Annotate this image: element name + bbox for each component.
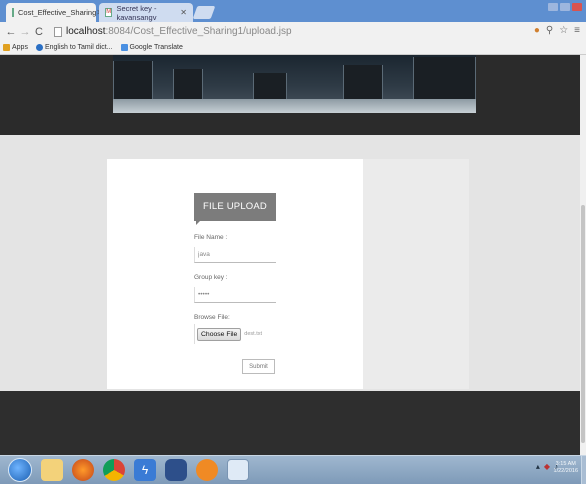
- url-host: localhost: [66, 26, 106, 37]
- show-desktop-button[interactable]: [581, 456, 586, 484]
- notepad-icon[interactable]: [227, 459, 249, 481]
- bookmark-label: Google Translate: [129, 44, 183, 51]
- scrollbar-thumb[interactable]: [581, 205, 585, 443]
- group-key-input[interactable]: [194, 287, 276, 303]
- apps-grid-icon: [3, 44, 10, 51]
- tray-arrow-icon[interactable]: ▴: [536, 462, 540, 471]
- minimize-button[interactable]: [548, 3, 558, 11]
- gmail-icon: M: [105, 8, 113, 17]
- menu-icon[interactable]: ≡: [574, 25, 580, 36]
- browser-tabstrip: Cost_Effective_Sharing ✕ M Secret key - …: [0, 0, 586, 22]
- group-key-label: Group key :: [194, 274, 228, 281]
- close-window-button[interactable]: [572, 3, 582, 11]
- page-favicon-icon: [12, 8, 14, 17]
- bookmark-dictionary[interactable]: English to Tamil dict...: [35, 44, 113, 51]
- virtualbox-icon[interactable]: [165, 459, 187, 481]
- lightning-app-icon[interactable]: ϟ: [134, 459, 156, 481]
- bookmark-label: English to Tamil dict...: [44, 44, 113, 51]
- firefox-icon[interactable]: [72, 459, 94, 481]
- bookmark-star-icon[interactable]: ☆: [559, 25, 568, 36]
- network-icon[interactable]: ◆: [544, 462, 550, 471]
- file-chooser: Choose File dest.txt: [194, 324, 276, 344]
- browse-file-label: Browse File:: [194, 314, 230, 321]
- tab-secret-key[interactable]: M Secret key - kavansangv ✕: [99, 3, 193, 22]
- bookmark-label: Apps: [12, 44, 28, 51]
- browser-toolbar: ← → C localhost:8084/Cost_Effective_Shar…: [0, 22, 586, 41]
- header-band: [0, 55, 580, 135]
- window-controls: [548, 3, 582, 11]
- toolbar-actions: ● ⚲ ☆ ≡: [534, 25, 580, 36]
- url-path: :8084/Cost_Effective_Sharing1/upload.jsp: [105, 26, 292, 37]
- footer-band: [0, 391, 580, 455]
- close-tab-icon[interactable]: ✕: [180, 8, 187, 17]
- maximize-button[interactable]: [560, 3, 570, 11]
- translate-icon: [120, 44, 128, 51]
- file-name-input[interactable]: [194, 247, 276, 263]
- side-panel: [363, 159, 469, 389]
- tab-title: Secret key - kavansangv: [116, 3, 157, 22]
- upload-form-title: FILE UPLOAD HERE: [194, 193, 276, 240]
- folder-icon[interactable]: [41, 459, 63, 481]
- back-arrow-icon[interactable]: ←: [4, 26, 18, 38]
- bookmark-apps[interactable]: Apps: [3, 44, 28, 51]
- start-button[interactable]: [8, 458, 32, 482]
- dictionary-icon: [35, 44, 43, 51]
- new-tab-button[interactable]: [192, 6, 216, 19]
- search-icon[interactable]: ⚲: [546, 25, 553, 36]
- extension-icon[interactable]: ●: [534, 25, 540, 36]
- page-scrollbar[interactable]: [580, 55, 586, 455]
- chosen-file-name: dest.txt: [244, 331, 263, 337]
- forward-arrow-icon[interactable]: →: [18, 26, 32, 38]
- tab-cost-effective-sharing[interactable]: Cost_Effective_Sharing ✕: [6, 3, 103, 22]
- bookmarks-bar: Apps English to Tamil dict... Google Tra…: [0, 41, 586, 55]
- web-page: [0, 55, 580, 455]
- submit-button[interactable]: Submit: [242, 359, 275, 374]
- datacenter-banner-image: [113, 55, 476, 113]
- clock-date: 1/22/2016: [553, 468, 578, 474]
- choose-file-button[interactable]: Choose File: [197, 327, 242, 341]
- file-name-label: File Name :: [194, 234, 228, 241]
- page-document-icon: [54, 26, 62, 37]
- address-bar[interactable]: localhost:8084/Cost_Effective_Sharing1/u…: [54, 26, 292, 37]
- windows-taskbar: ϟ ▴ ◆ ♪ 3:15 AM 1/22/2016: [0, 455, 586, 484]
- tab-title: Cost_Effective_Sharing: [18, 8, 97, 17]
- clock-time: 3:15 AM: [555, 461, 576, 467]
- bookmark-translate[interactable]: Google Translate: [120, 44, 183, 51]
- clock[interactable]: 3:15 AM 1/22/2016: [554, 461, 578, 475]
- media-player-icon[interactable]: [196, 459, 218, 481]
- chrome-icon[interactable]: [103, 459, 125, 481]
- reload-icon[interactable]: C: [32, 26, 46, 38]
